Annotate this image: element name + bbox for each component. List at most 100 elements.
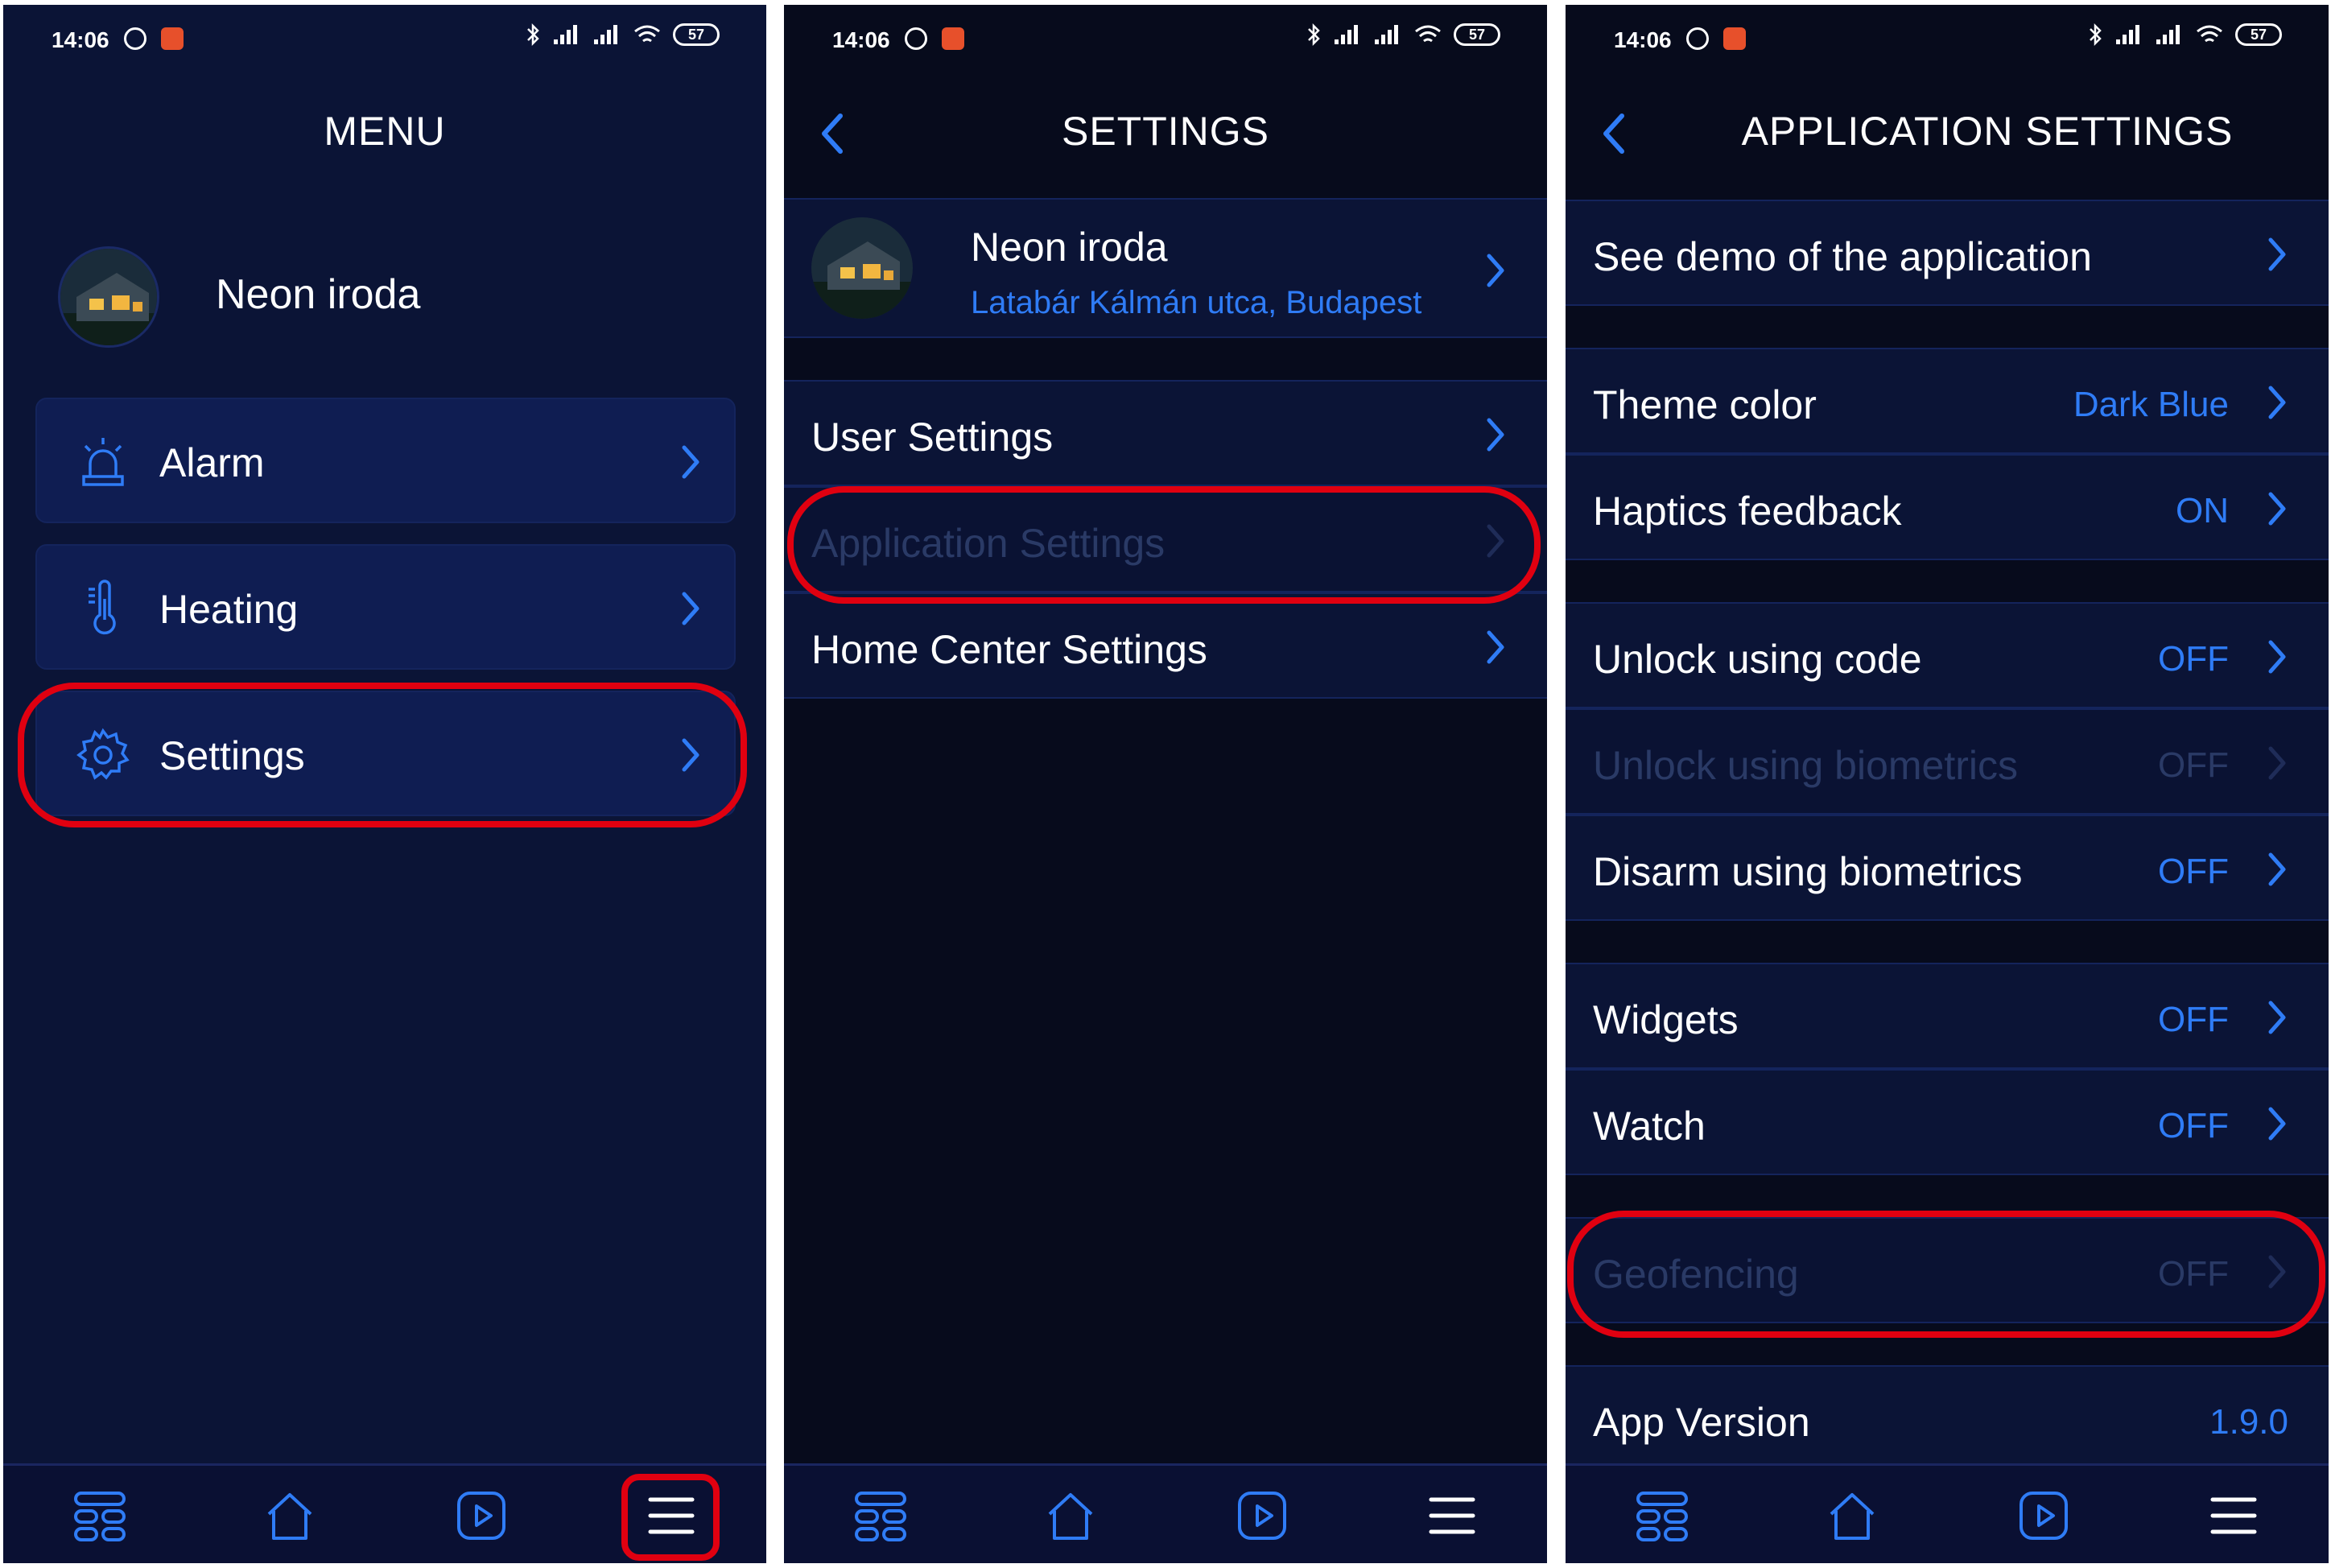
back-arrow-icon[interactable] [1596,109,1635,158]
bluetooth-icon [1308,23,1320,47]
tab-bar [3,1463,766,1563]
row-value: OFF [2158,1106,2229,1145]
chevron-right-icon [679,444,702,480]
row-label: Unlock using code [1593,637,1922,682]
status-time: 14:06 [52,27,109,52]
signal-icon [594,25,617,44]
chevron-right-icon [1484,417,1507,452]
row-user-settings[interactable]: User Settings [784,380,1547,486]
avatar[interactable] [58,246,159,348]
page-title: MENU [324,109,446,154]
highlight-marker [18,683,747,827]
signal-icon [554,25,577,44]
menu-item-label: Alarm [159,440,265,485]
chevron-right-icon [2266,491,2288,526]
alarm-clock-icon [1686,27,1709,50]
status-time: 14:06 [1614,27,1672,52]
row-label: See demo of the application [1593,234,2092,279]
page-title: APPLICATION SETTINGS [1741,109,2234,154]
row-value: OFF [2158,745,2229,785]
row-haptics-feedback[interactable]: Haptics feedback ON [1566,454,2329,560]
row-watch[interactable]: Watch OFF [1566,1069,2329,1175]
chevron-right-icon [2266,639,2288,675]
menu-screen: 14:06 57 MENU Neon iroda Alarm Heating S… [3,5,766,1563]
signal-icon [2116,25,2139,44]
chevron-right-icon [2266,852,2288,887]
chevron-right-icon [2266,237,2288,272]
row-label: Watch [1593,1104,1706,1149]
menu-item-label: Heating [159,587,299,632]
row-disarm-using-biometrics[interactable]: Disarm using biometrics OFF [1566,815,2329,921]
home-icon[interactable] [1823,1487,1881,1545]
row-label: User Settings [811,415,1054,460]
home-icon[interactable] [261,1487,319,1545]
location-row[interactable]: Neon iroda Latabár Kálmán utca, Budapest [784,198,1547,338]
row-widgets[interactable]: Widgets OFF [1566,963,2329,1069]
highlight-marker [621,1474,720,1561]
menu-icon[interactable] [1423,1487,1481,1545]
alarm-clock-icon [905,27,927,50]
menu-item-alarm[interactable]: Alarm [35,398,736,523]
rooms-icon[interactable] [852,1487,910,1545]
status-time: 14:06 [832,27,890,52]
chevron-right-icon [2266,1000,2288,1035]
row-home-center-settings[interactable]: Home Center Settings [784,592,1547,699]
row-label: Home Center Settings [811,627,1207,672]
chevron-right-icon [1484,629,1507,665]
menu-icon[interactable] [2205,1487,2263,1545]
wifi-icon [1415,25,1441,43]
scenes-play-icon[interactable] [1233,1487,1291,1545]
status-bar: 14:06 57 [784,5,1547,69]
chevron-right-icon [1484,253,1507,288]
status-bar: 14:06 57 [3,5,766,69]
highlight-marker [1567,1211,2325,1338]
thermometer-icon [89,580,116,635]
alarm-siren-icon [82,438,124,486]
scenes-play-icon[interactable] [2015,1487,2073,1545]
tab-bar [1566,1463,2329,1563]
row-label: Unlock using biometrics [1593,743,2018,788]
tab-bar [784,1463,1547,1563]
status-bar: 14:06 57 [1566,5,2329,69]
app-notification-icon [1723,27,1746,50]
alarm-clock-icon [124,27,146,50]
rooms-icon[interactable] [71,1487,129,1545]
app-version-value: 1.9.0 [2209,1402,2288,1442]
screenshot-collage: 14:06 57 MENU Neon iroda Alarm Heating S… [0,0,2331,1568]
avatar [811,217,913,319]
row-label: App Version [1593,1400,1810,1445]
row-value: Dark Blue [2073,385,2229,424]
location-name: Neon iroda [971,225,1168,270]
row-unlock-using-biometrics[interactable]: Unlock using biometrics OFF [1566,708,2329,815]
scenes-play-icon[interactable] [452,1487,510,1545]
row-theme-color[interactable]: Theme color Dark Blue [1566,348,2329,454]
row-value: ON [2176,491,2229,530]
app-notification-icon [161,27,184,50]
row-unlock-using-code[interactable]: Unlock using code OFF [1566,602,2329,708]
battery-icon: 57 [1454,23,1500,46]
chevron-right-icon [2266,745,2288,781]
bluetooth-icon [2090,23,2102,47]
row-value: OFF [2158,852,2229,891]
wifi-icon [2197,25,2222,43]
settings-screen: 14:06 57 SETTINGS Neon iroda Latabár Kál… [784,5,1547,1563]
row-label: Disarm using biometrics [1593,849,2023,894]
row-see-demo[interactable]: See demo of the application [1566,200,2329,306]
row-label: Haptics feedback [1593,489,1902,534]
signal-icon [1335,25,1358,44]
rooms-icon[interactable] [1633,1487,1691,1545]
profile-name[interactable]: Neon iroda [216,270,420,319]
wifi-icon [634,25,660,43]
highlight-marker [787,486,1541,604]
page-title: SETTINGS [1061,109,1270,154]
row-app-version: App Version 1.9.0 [1566,1365,2329,1471]
battery-icon: 57 [673,23,720,46]
row-label: Widgets [1593,997,1739,1042]
location-address: Latabár Kálmán utca, Budapest [971,285,1422,320]
row-value: OFF [2158,639,2229,679]
battery-icon: 57 [2235,23,2282,46]
home-icon[interactable] [1042,1487,1099,1545]
menu-item-heating[interactable]: Heating [35,544,736,670]
row-value: OFF [2158,1000,2229,1039]
chevron-right-icon [2266,385,2288,420]
